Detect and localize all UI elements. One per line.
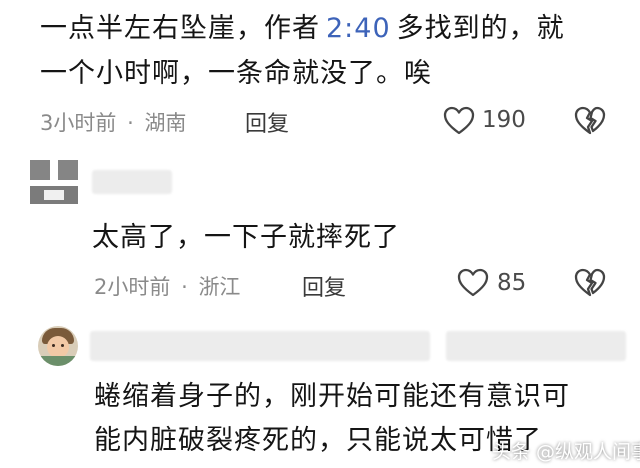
comment-2-meta: 2小时前 · 浙江 (94, 271, 240, 301)
comment-1-line-1: 一点半左右坠崖，作者 2:40 多找到的，就 (40, 10, 565, 48)
heart-icon[interactable] (443, 106, 475, 136)
heart-icon[interactable] (457, 268, 489, 298)
comment-3-line-2: 能内脏破裂疼死的，只能说太可惜了 (94, 425, 542, 456)
comment-1-time-highlight: 2:40 (326, 13, 391, 44)
watermark: 头条 @纵观人间事 (492, 441, 640, 463)
broken-heart-icon[interactable] (574, 268, 606, 298)
avatar[interactable] (30, 160, 80, 206)
comment-2-location: 浙江 (198, 275, 241, 299)
comment-2-time: 2小时前 (94, 275, 171, 299)
comment-2-like-count: 85 (497, 270, 527, 296)
comment-1-meta: 3小时前 · 湖南 (40, 107, 186, 137)
meta-separator: · (181, 275, 188, 299)
username-redacted (446, 331, 626, 361)
username-redacted (92, 170, 172, 194)
comment-1-line-2: 一个小时啊，一条命就没了。唉 (40, 58, 432, 89)
comment-1-text-a: 一点半左右坠崖，作者 (40, 13, 320, 44)
comment-1-time: 3小时前 (40, 111, 117, 135)
meta-separator: · (127, 111, 134, 135)
broken-heart-icon[interactable] (574, 106, 606, 136)
comment-1-reply-button[interactable]: 回复 (245, 106, 289, 138)
username-redacted (90, 331, 430, 361)
comment-1-location: 湖南 (144, 111, 187, 135)
comment-1-like-count: 190 (482, 107, 526, 133)
comment-2-text: 太高了，一下子就摔死了 (92, 222, 400, 253)
comment-2-reply-button[interactable]: 回复 (302, 270, 346, 302)
comment-3-line-1: 蜷缩着身子的，刚开始可能还有意识可 (94, 381, 570, 412)
avatar[interactable] (38, 326, 78, 366)
comment-1-text-b: 多找到的，就 (396, 13, 565, 44)
